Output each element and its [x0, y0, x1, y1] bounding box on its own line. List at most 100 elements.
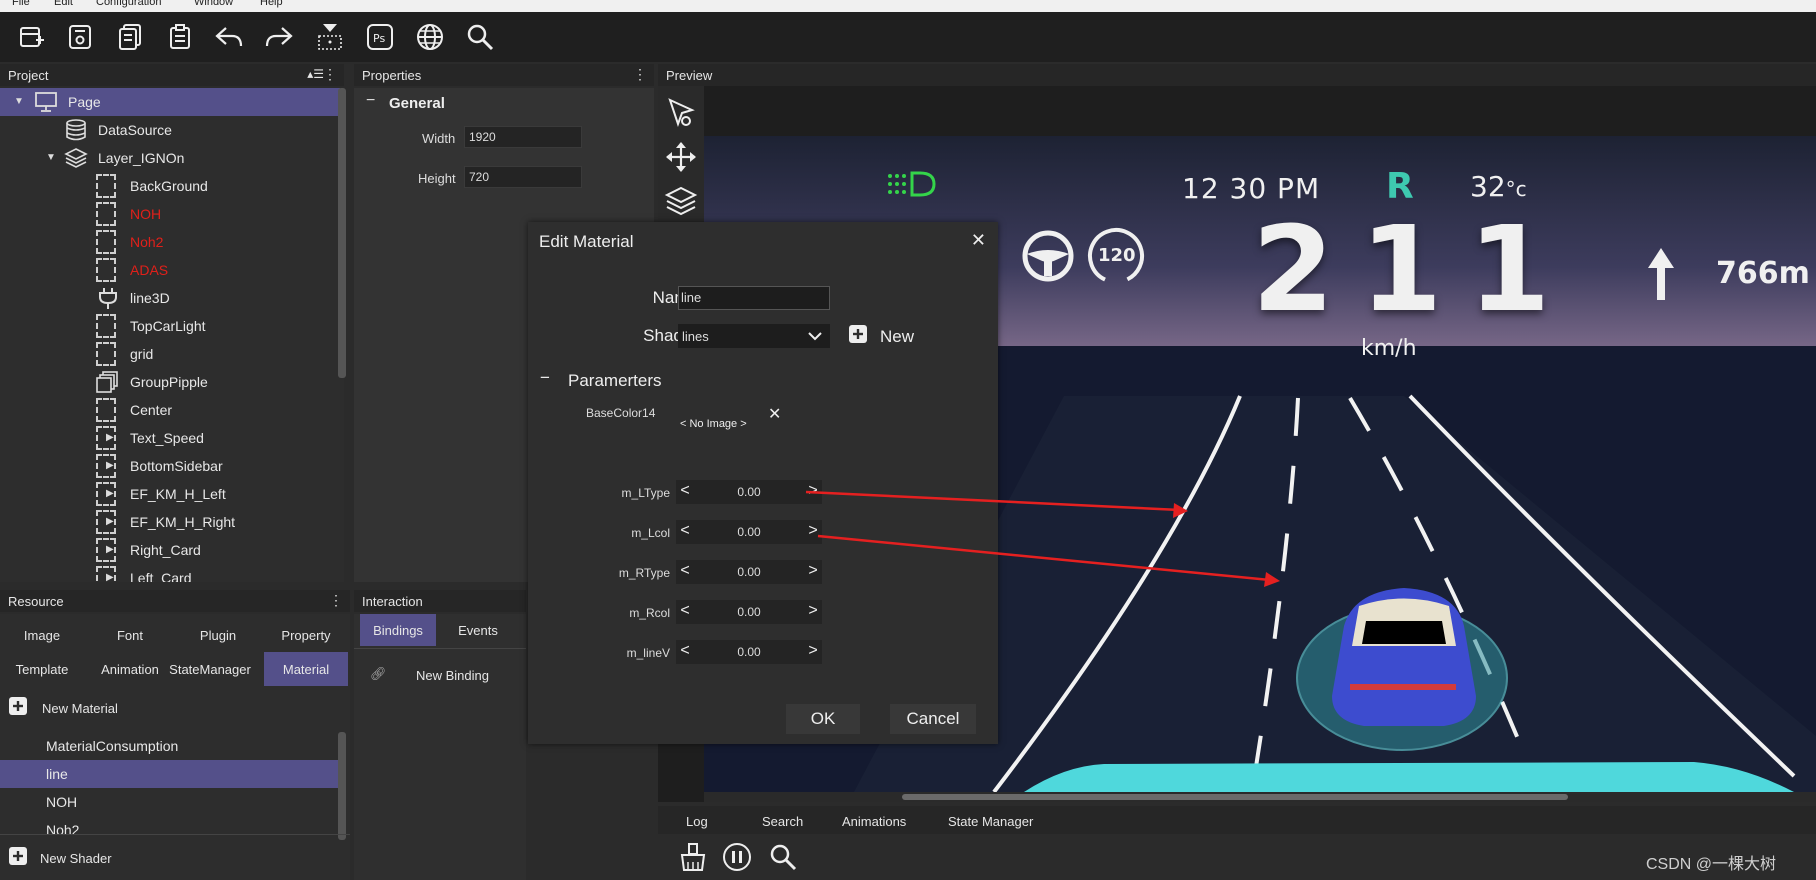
tab-plugin[interactable]: Plugin — [176, 618, 260, 652]
more-icon[interactable]: ⋮ — [633, 66, 647, 83]
photoshop-icon[interactable]: Ps — [363, 20, 397, 54]
material-item[interactable]: line — [0, 760, 340, 788]
paste-icon[interactable] — [163, 20, 197, 54]
increment-icon[interactable]: > — [806, 602, 820, 620]
globe-icon[interactable] — [413, 20, 447, 54]
height-field[interactable]: 720 — [464, 166, 582, 188]
param-value[interactable]: 0.00 — [696, 565, 802, 579]
increment-icon[interactable]: > — [806, 562, 820, 580]
width-field[interactable]: 1920 — [464, 126, 582, 148]
increment-icon[interactable]: > — [806, 642, 820, 660]
tree-item[interactable]: ▶GroupPipple — [0, 368, 340, 396]
tree-item[interactable]: TopCarLight — [0, 312, 340, 340]
increment-icon[interactable]: > — [806, 482, 820, 500]
save-icon[interactable] — [63, 20, 97, 54]
collapse-icon[interactable]: − — [366, 92, 375, 110]
shader-select[interactable]: lines — [678, 324, 830, 348]
tab-template[interactable]: Template — [0, 652, 84, 686]
decrement-icon[interactable]: < — [678, 522, 692, 540]
param-value[interactable]: 0.00 — [696, 605, 802, 619]
decrement-icon[interactable]: < — [678, 562, 692, 580]
param-spinbox[interactable]: <0.00 > — [676, 600, 822, 624]
layers-icon[interactable] — [664, 184, 698, 218]
tab-statemanager[interactable]: StateManager — [162, 652, 258, 686]
decrement-icon[interactable]: < — [678, 482, 692, 500]
menu-help[interactable]: Help — [260, 0, 283, 8]
param-value[interactable]: 0.00 — [696, 645, 802, 659]
menu-window[interactable]: Window — [194, 0, 233, 8]
more-icon[interactable]: ⋮ — [329, 592, 343, 609]
cancel-button[interactable]: Cancel — [890, 704, 976, 734]
tab-events[interactable]: Events — [440, 614, 516, 646]
tab-bindings[interactable]: Bindings — [360, 614, 436, 646]
param-spinbox[interactable]: <0.00 > — [676, 520, 822, 544]
tab-font[interactable]: Font — [88, 618, 172, 652]
tree-item[interactable]: NOH — [0, 200, 340, 228]
search-icon[interactable] — [463, 20, 497, 54]
new-binding-button[interactable]: 🔗︎ New Binding — [370, 666, 520, 688]
expanded-arrow-icon[interactable]: ▼ — [14, 96, 24, 107]
more-icon[interactable]: ⋮ — [323, 66, 337, 83]
material-item[interactable]: Noh2 — [0, 816, 340, 844]
tab-state-manager[interactable]: State Manager — [948, 814, 1033, 829]
tree-item[interactable]: ADAS — [0, 256, 340, 284]
tree-item[interactable]: DataSource — [0, 116, 340, 144]
tree-item[interactable]: ▶ BottomSidebar — [0, 452, 340, 480]
menu-file[interactable]: File — [12, 0, 30, 8]
close-icon[interactable]: ✕ — [971, 230, 986, 251]
new-project-icon[interactable] — [14, 20, 48, 54]
texture-slot[interactable]: < No Image > — [680, 418, 747, 430]
tab-animations[interactable]: Animations — [842, 814, 906, 829]
clear-texture-icon[interactable]: ✕ — [768, 404, 781, 424]
tree-item[interactable]: ▶ Text_Speed — [0, 424, 340, 452]
tree-item[interactable]: Noh2 — [0, 228, 340, 256]
param-value[interactable]: 0.00 — [696, 525, 802, 539]
new-material-button[interactable]: New Material — [8, 696, 338, 722]
tab-animation[interactable]: Animation — [88, 652, 172, 686]
increment-icon[interactable]: > — [806, 522, 820, 540]
param-spinbox[interactable]: <0.00 > — [676, 480, 822, 504]
undo-icon[interactable] — [212, 20, 246, 54]
tree-item[interactable]: line3D — [0, 284, 340, 312]
material-item[interactable]: MaterialConsumption — [0, 732, 340, 760]
tab-material[interactable]: Material — [264, 652, 348, 686]
tree-item[interactable]: ▶ EF_KM_H_Right — [0, 508, 340, 536]
tree-item[interactable]: ▼ Layer_IGNOn — [0, 144, 340, 172]
collapse-icon[interactable]: − — [540, 368, 550, 388]
select-cursor-icon[interactable] — [664, 96, 698, 130]
search-icon[interactable] — [768, 842, 798, 872]
param-value[interactable]: 0.00 — [696, 485, 802, 499]
tab-search[interactable]: Search — [762, 814, 803, 829]
new-shader-button[interactable]: New Shader — [8, 846, 338, 872]
name-input[interactable]: line — [678, 286, 830, 310]
sort-icon[interactable]: ▴☰ — [307, 67, 324, 81]
project-scrollbar[interactable] — [338, 88, 346, 378]
export-icon[interactable] — [313, 20, 347, 54]
expanded-arrow-icon[interactable]: ▼ — [46, 152, 56, 163]
copy-icon[interactable] — [113, 20, 147, 54]
tree-item[interactable]: ▶ EF_KM_H_Left — [0, 480, 340, 508]
tree-item[interactable]: ▶ Left_Card — [0, 564, 340, 582]
tab-property[interactable]: Property — [264, 618, 348, 652]
new-shader-dialog-button[interactable]: New — [848, 322, 928, 350]
material-scrollbar[interactable] — [338, 732, 346, 840]
menu-edit[interactable]: Edit — [54, 0, 73, 8]
preview-hscroll-thumb[interactable] — [902, 794, 1568, 800]
menu-configuration[interactable]: Configuration — [96, 0, 161, 8]
tree-item[interactable]: ▶ Right_Card — [0, 536, 340, 564]
decrement-icon[interactable]: < — [678, 602, 692, 620]
tree-item[interactable]: ▼ Page — [0, 88, 340, 116]
tab-image[interactable]: Image — [0, 618, 84, 652]
decrement-icon[interactable]: < — [678, 642, 692, 660]
redo-icon[interactable] — [262, 20, 296, 54]
move-icon[interactable] — [664, 140, 698, 174]
clear-icon[interactable] — [678, 842, 708, 872]
tree-item[interactable]: BackGround — [0, 172, 340, 200]
ok-button[interactable]: OK — [786, 704, 860, 734]
tree-item[interactable]: Center — [0, 396, 340, 424]
tree-item[interactable]: grid — [0, 340, 340, 368]
material-item[interactable]: NOH — [0, 788, 340, 816]
param-spinbox[interactable]: <0.00 > — [676, 640, 822, 664]
tab-log[interactable]: Log — [686, 814, 708, 829]
pause-icon[interactable] — [722, 842, 752, 872]
